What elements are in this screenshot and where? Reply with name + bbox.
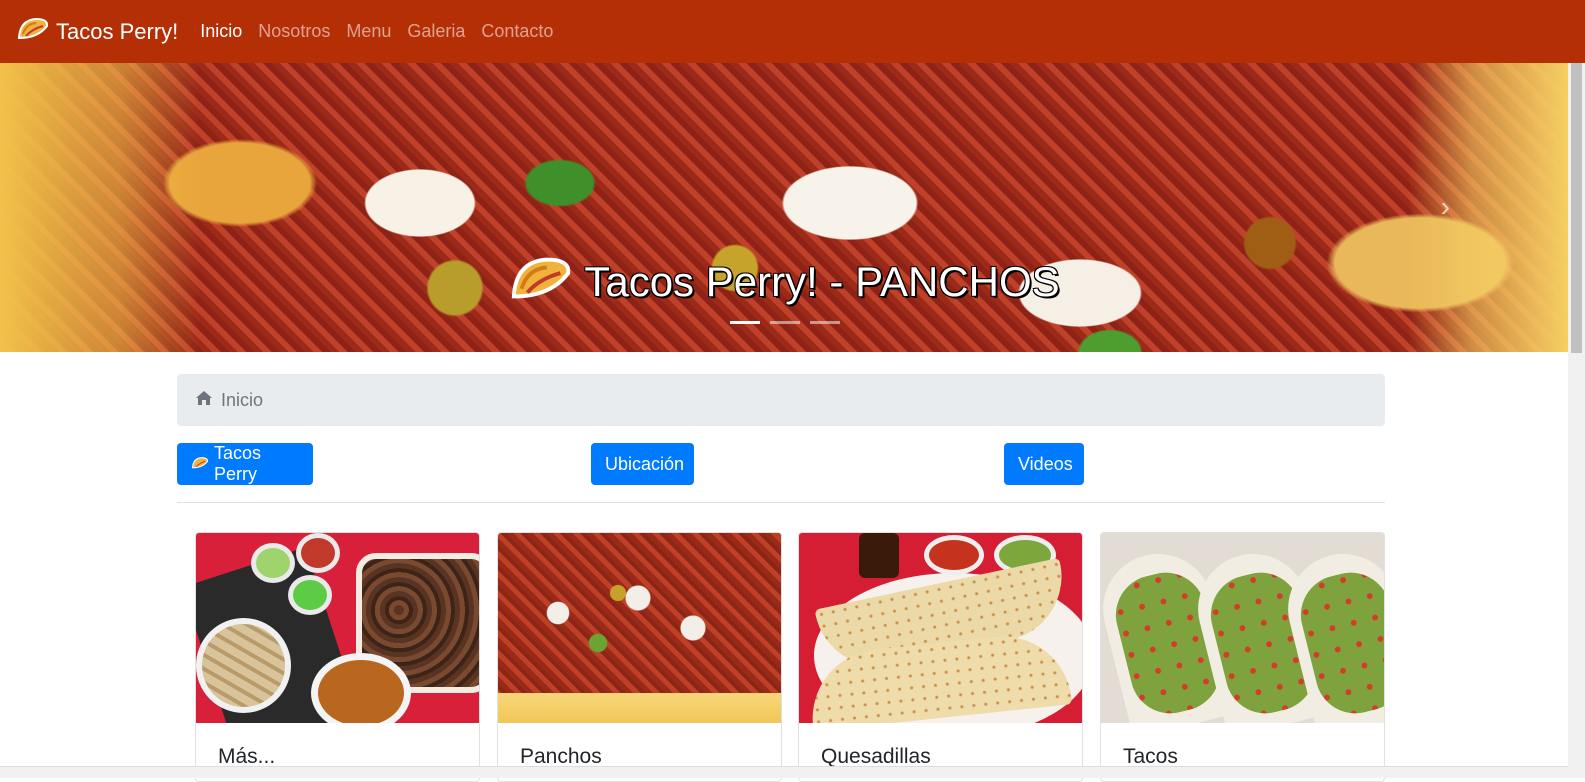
- taco-icon: [191, 454, 209, 475]
- menu-card-panchos[interactable]: Panchos: [497, 532, 782, 782]
- breadcrumb: Inicio: [177, 374, 1385, 426]
- ubicacion-button[interactable]: Ubicación: [591, 443, 694, 485]
- hero-carousel: › Tacos Perry! - PANCHOS: [0, 63, 1568, 352]
- card-image: [498, 533, 781, 723]
- menu-card-mas[interactable]: Más...: [195, 532, 480, 782]
- ubicacion-button-label: Ubicación: [605, 453, 685, 474]
- menu-card-tacos[interactable]: Tacos: [1100, 532, 1385, 782]
- card-image: [1101, 533, 1384, 723]
- hero-caption: Tacos Perry! - PANCHOS: [0, 253, 1568, 310]
- breadcrumb-item-inicio: Inicio: [221, 389, 264, 410]
- chevron-right-icon[interactable]: ›: [1441, 191, 1450, 223]
- taco-icon: [16, 16, 50, 48]
- carousel-indicator[interactable]: [770, 321, 800, 324]
- divider: [177, 502, 1385, 503]
- tacos-perry-button[interactable]: Tacos Perry: [177, 443, 313, 485]
- card-image: [799, 533, 1082, 723]
- nav-link-menu[interactable]: Menu: [346, 21, 391, 42]
- brand-name: Tacos Perry!: [56, 18, 179, 44]
- brand-link[interactable]: Tacos Perry!: [16, 16, 178, 48]
- carousel-indicators: [725, 321, 845, 324]
- nav-link-contacto[interactable]: Contacto: [481, 21, 553, 42]
- tacos-perry-button-label: Tacos Perry: [214, 443, 262, 484]
- taco-icon: [508, 253, 574, 310]
- carousel-indicator[interactable]: [730, 321, 760, 324]
- horizontal-scrollbar[interactable]: [0, 766, 1568, 778]
- videos-button-label: Videos: [1018, 453, 1073, 474]
- carousel-indicator[interactable]: [810, 321, 840, 324]
- videos-button[interactable]: Videos: [1004, 443, 1084, 485]
- nav-link-galeria[interactable]: Galeria: [407, 21, 465, 42]
- card-image: [196, 533, 479, 723]
- menu-card-quesadillas[interactable]: Quesadillas: [798, 532, 1083, 782]
- navbar: Tacos Perry! Inicio Nosotros Menu Galeri…: [0, 0, 1585, 63]
- hero-title: Tacos Perry! - PANCHOS: [584, 257, 1060, 305]
- scrollbar-thumb[interactable]: [1571, 63, 1582, 353]
- nav-link-nosotros[interactable]: Nosotros: [258, 21, 330, 42]
- home-icon[interactable]: [195, 390, 213, 411]
- nav-link-inicio[interactable]: Inicio: [200, 21, 242, 42]
